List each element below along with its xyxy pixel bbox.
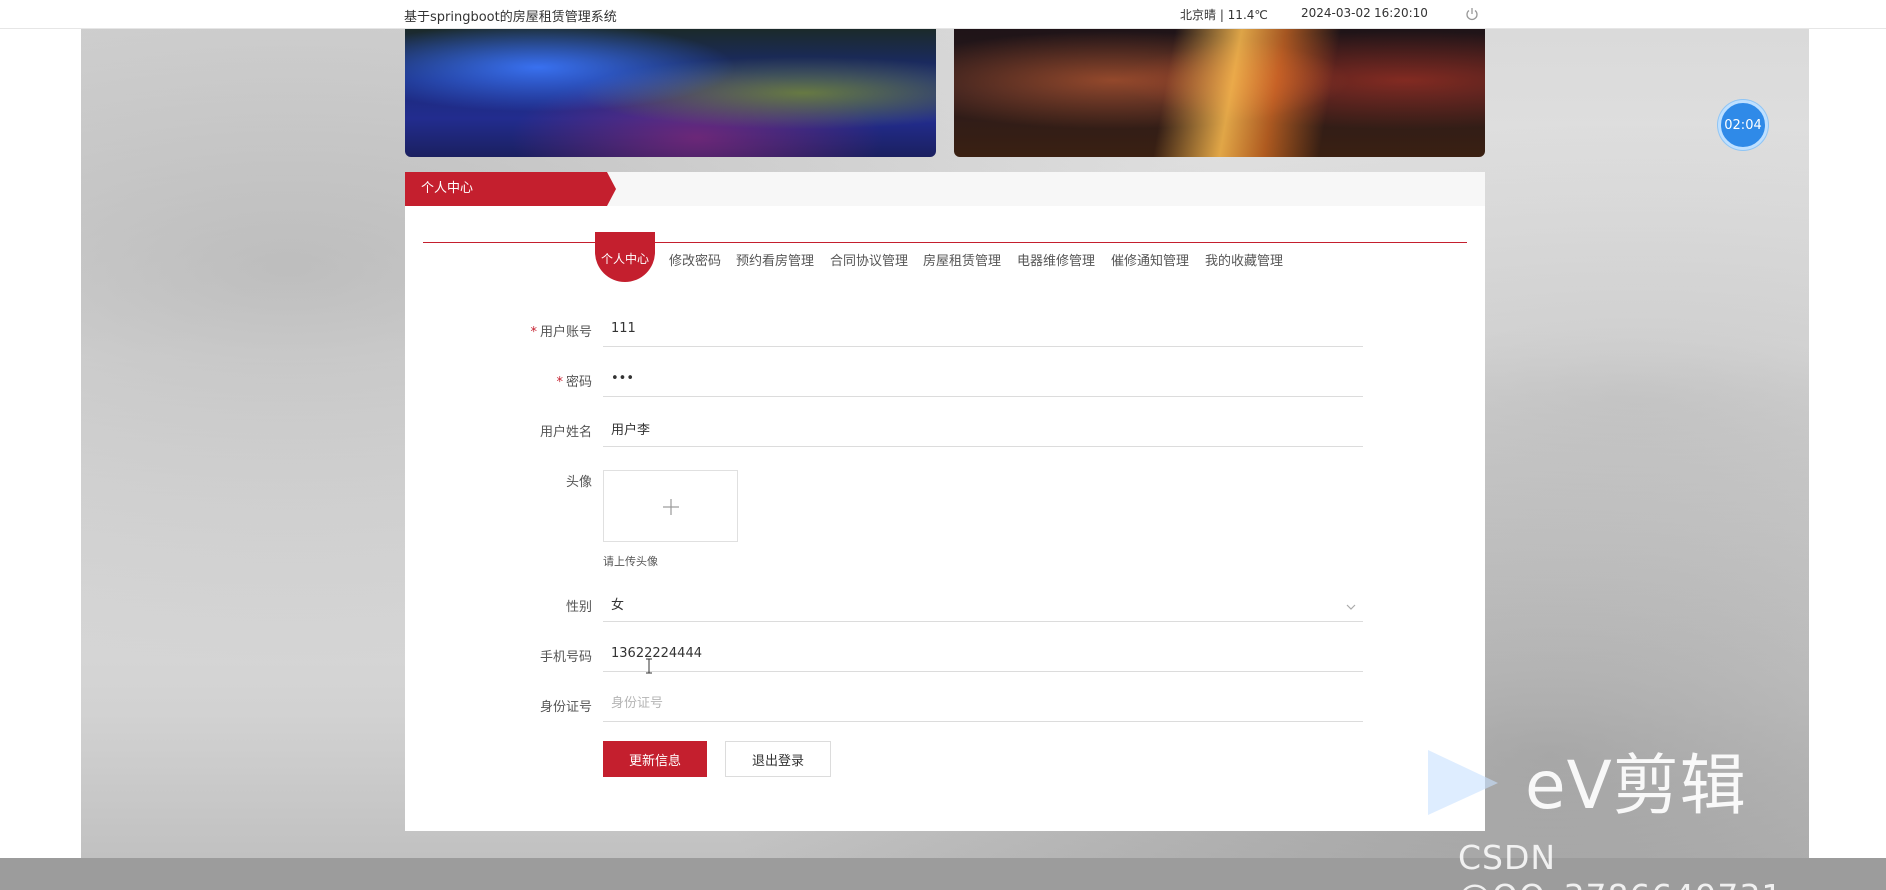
form-row-id-card: 身份证号: [405, 684, 1485, 726]
csdn-watermark: CSDN @QQ_3786649731: [1458, 838, 1782, 890]
gender-select[interactable]: [603, 586, 1363, 622]
tab-viewing-appointments[interactable]: 预约看房管理: [736, 242, 814, 282]
phone-label: 手机号码: [539, 650, 592, 665]
avatar-upload[interactable]: [603, 470, 738, 542]
tab-appliance-repair[interactable]: 电器维修管理: [1017, 242, 1095, 282]
tab-favorites[interactable]: 我的收藏管理: [1205, 242, 1283, 282]
avatar-hint: 请上传头像: [603, 555, 658, 568]
power-icon[interactable]: [1464, 6, 1480, 22]
form-row-phone: 手机号码: [405, 634, 1485, 676]
night-lake-banner[interactable]: [405, 29, 936, 157]
form-row-avatar: 头像: [405, 459, 1485, 501]
account-label: * 用户账号: [405, 321, 592, 340]
password-label-text: 密码: [565, 375, 592, 390]
form-row-account: * 用户账号: [405, 309, 1485, 351]
site-title: 基于springboot的房屋租赁管理系统: [404, 10, 617, 25]
id-card-label: 身份证号: [539, 700, 592, 715]
tab-contracts[interactable]: 合同协议管理: [830, 242, 908, 282]
phone-field[interactable]: [603, 636, 1363, 672]
clock-badge[interactable]: 02:04: [1718, 100, 1768, 150]
name-label: 用户姓名: [539, 425, 592, 440]
plus-icon: [661, 497, 681, 517]
update-info-button[interactable]: 更新信息: [603, 741, 707, 777]
tab-repair-notices[interactable]: 催修通知管理: [1111, 242, 1189, 282]
tab-personal-center[interactable]: 个人中心: [595, 232, 655, 282]
password-field[interactable]: [603, 361, 1363, 397]
weather-text: 北京晴 | 11.4℃: [1180, 8, 1268, 22]
form-row-gender: 性别: [405, 584, 1485, 626]
account-label-text: 用户账号: [539, 325, 592, 340]
avatar-label: 头像: [565, 475, 592, 490]
account-field[interactable]: [603, 311, 1363, 347]
tab-change-password[interactable]: 修改密码: [669, 242, 721, 282]
chevron-down-icon[interactable]: [1345, 600, 1357, 610]
password-label: * 密码: [405, 371, 592, 390]
tab-house-rental[interactable]: 房屋租赁管理: [923, 242, 1001, 282]
required-mark: *: [556, 375, 563, 390]
text-cursor-icon: [645, 658, 653, 674]
form-row-password: * 密码: [405, 359, 1485, 401]
logout-button[interactable]: 退出登录: [725, 741, 831, 777]
form-row-name: 用户姓名: [405, 409, 1485, 451]
name-field[interactable]: [603, 411, 1363, 447]
ev-watermark-text: eV剪辑: [1525, 747, 1747, 824]
gender-label: 性别: [565, 600, 592, 615]
id-card-field[interactable]: [603, 686, 1363, 722]
required-mark: *: [530, 325, 537, 340]
tab-label: 个人中心: [600, 252, 649, 266]
personal-center-panel: 个人中心 个人中心 修改密码 预约看房管理 合同协议管理 房屋租赁管理 电器维修…: [405, 172, 1485, 831]
time-text: 16:20:10: [1374, 6, 1428, 20]
panel-header: 个人中心: [405, 172, 1485, 206]
date-text: 2024-03-02: [1301, 6, 1371, 20]
top-bar: 基于springboot的房屋租赁管理系统 北京晴 | 11.4℃ 2024-0…: [0, 0, 1886, 29]
panel-title-tag: 个人中心: [405, 172, 616, 206]
city-night-banner[interactable]: [954, 29, 1485, 157]
tab-bar: 个人中心 修改密码 预约看房管理 合同协议管理 房屋租赁管理 电器维修管理 催修…: [405, 232, 1485, 282]
